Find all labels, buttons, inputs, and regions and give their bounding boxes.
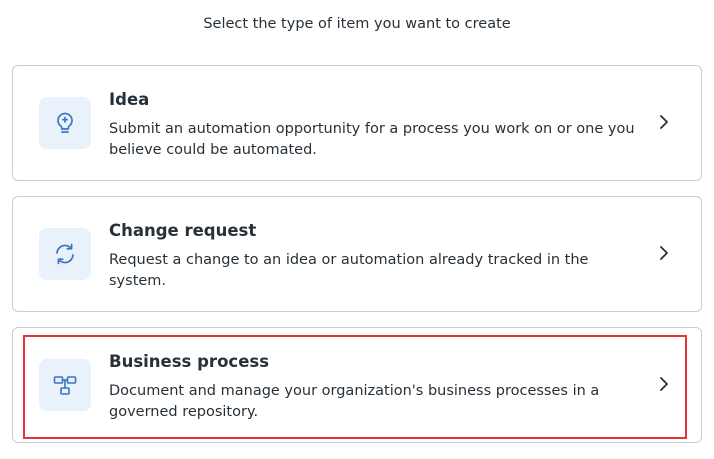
process-diagram-icon xyxy=(53,376,77,395)
chevron-right-icon xyxy=(660,246,668,260)
item-description-idea: Submit an automation opportunity for a p… xyxy=(109,121,635,158)
chevron-right-icon xyxy=(660,115,668,129)
lightbulb-icon xyxy=(57,112,73,133)
item-card-idea[interactable]: Idea Submit an automation opportunity fo… xyxy=(12,65,702,181)
change-request-icon-container xyxy=(39,228,91,280)
idea-icon-container xyxy=(39,97,91,149)
item-description-change-request: Request a change to an idea or automatio… xyxy=(109,252,589,289)
item-title-business-process: Business process xyxy=(109,352,270,371)
item-description-business-process: Document and manage your organization's … xyxy=(109,383,600,420)
chevron-right-icon xyxy=(660,377,668,391)
refresh-icon xyxy=(56,243,74,265)
item-title-idea: Idea xyxy=(109,90,150,109)
create-item-dialog: Select the type of item you want to crea… xyxy=(0,0,714,459)
page-prompt: Select the type of item you want to crea… xyxy=(203,16,511,32)
item-card-business-process[interactable]: Business process Document and manage you… xyxy=(12,327,702,443)
business-process-icon-container xyxy=(39,359,91,411)
item-card-change-request[interactable]: Change request Request a change to an id… xyxy=(12,196,702,312)
item-title-change-request: Change request xyxy=(109,221,257,240)
